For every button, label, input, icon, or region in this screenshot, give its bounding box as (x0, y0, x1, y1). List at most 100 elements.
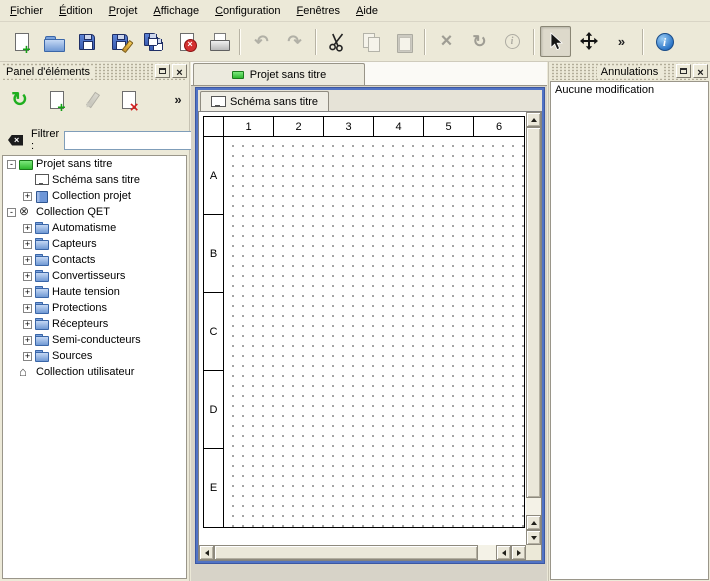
tree-expander[interactable]: + (23, 256, 32, 265)
horizontal-scrollbar[interactable] (199, 545, 526, 560)
qelectrotech-window: Fichier Édition Projet Affichage Configu… (0, 0, 710, 581)
toolbar-overflow-button[interactable] (606, 26, 637, 57)
new-document-button[interactable] (5, 26, 36, 57)
column-header: 5 (424, 117, 474, 136)
undo-list-item[interactable]: Aucune modification (551, 82, 708, 98)
tree-expander[interactable]: + (23, 320, 32, 329)
tree-expander[interactable]: + (23, 272, 32, 281)
close-file-icon (175, 31, 197, 53)
tree-expander[interactable]: + (23, 352, 32, 361)
panel-overflow-button[interactable] (171, 92, 185, 107)
tree-item[interactable]: + Sources (3, 348, 186, 364)
scroll-left-button[interactable] (199, 545, 214, 560)
close-dock-button[interactable] (693, 64, 708, 78)
menu-affichage[interactable]: Affichage (145, 2, 207, 20)
tree-expander[interactable]: + (23, 192, 32, 201)
tree-expander[interactable]: + (23, 240, 32, 249)
save-button[interactable] (71, 26, 102, 57)
tree-item[interactable]: - Projet sans titre (3, 156, 186, 172)
menu-fichier[interactable]: Fichier (2, 2, 51, 20)
menu-fenetres[interactable]: Fenêtres (289, 2, 348, 20)
edit-element-button[interactable] (77, 86, 106, 115)
float-dock-button[interactable] (155, 64, 170, 78)
menu-aide[interactable]: Aide (348, 2, 386, 20)
tree-item[interactable]: + Contacts (3, 252, 186, 268)
elements-panel-titlebar[interactable]: Panel d'éléments (2, 63, 187, 80)
tab-project[interactable]: Projet sans titre (193, 63, 365, 85)
tree-item[interactable]: + Capteurs (3, 236, 186, 252)
tree-item[interactable]: + Semi-conducteurs (3, 332, 186, 348)
delete-element-button[interactable] (113, 86, 142, 115)
arrow-up-icon (531, 118, 537, 122)
cut-button[interactable] (322, 26, 353, 57)
row-header: E (204, 449, 223, 527)
close-dock-button[interactable] (172, 64, 187, 78)
undo-panel-titlebar[interactable]: Annulations (551, 63, 708, 80)
tree-item-icon (35, 350, 49, 362)
tree-expander[interactable]: + (23, 336, 32, 345)
menu-projet[interactable]: Projet (101, 2, 146, 20)
save-as-button[interactable] (104, 26, 135, 57)
rotate-button[interactable] (464, 26, 495, 57)
tree-item[interactable]: + Récepteurs (3, 316, 186, 332)
filter-row: Filtrer : (0, 128, 189, 152)
horizontal-scroll-thumb[interactable] (214, 545, 478, 560)
print-icon (208, 31, 230, 53)
tree-item[interactable]: + Haute tension (3, 284, 186, 300)
save-all-button[interactable] (137, 26, 168, 57)
scroll-mode-button[interactable] (573, 26, 604, 57)
tree-item-label: Collection utilisateur (36, 366, 134, 378)
tree-item[interactable]: + Automatisme (3, 220, 186, 236)
cursor-arrow-icon (545, 31, 567, 53)
print-button[interactable] (203, 26, 234, 57)
new-element-button[interactable] (41, 86, 70, 115)
tree-item[interactable]: + Collection projet (3, 188, 186, 204)
dock-buttons (153, 64, 187, 78)
tab-schema[interactable]: Schéma sans titre (200, 91, 329, 111)
paste-button[interactable] (388, 26, 419, 57)
select-mode-button[interactable] (540, 26, 571, 57)
tree-expander[interactable]: + (23, 304, 32, 313)
vertical-scrollbar[interactable] (526, 112, 541, 545)
float-dock-button[interactable] (676, 64, 691, 78)
tree-item-label: Semi-conducteurs (52, 334, 141, 346)
delete-button[interactable] (431, 26, 462, 57)
scroll-up-button[interactable] (526, 112, 541, 127)
filter-label: Filtrer : (31, 128, 59, 152)
tree-item[interactable]: Collection utilisateur (3, 364, 186, 380)
open-document-button[interactable] (38, 26, 69, 57)
clear-filter-button[interactable] (5, 130, 26, 151)
workspace: Projet sans titre Schéma sans titre (191, 62, 547, 581)
copy-button[interactable] (355, 26, 386, 57)
tree-item-label: Sources (52, 350, 92, 362)
menu-edition[interactable]: Édition (51, 2, 101, 20)
undo-button[interactable] (246, 26, 277, 57)
tree-expander[interactable]: + (23, 224, 32, 233)
tree-item-icon (35, 302, 49, 314)
tree-item[interactable]: + Convertisseurs (3, 268, 186, 284)
about-button[interactable] (649, 26, 680, 57)
vertical-scroll-thumb[interactable] (526, 127, 541, 498)
element-info-button[interactable] (497, 26, 528, 57)
tree-expander[interactable]: + (23, 288, 32, 297)
tree-item[interactable]: - Collection QET (3, 204, 186, 220)
tree-expander[interactable]: - (7, 160, 16, 169)
project-tab-label: Projet sans titre (250, 69, 326, 81)
reload-collections-button[interactable] (5, 86, 34, 115)
tree-expander[interactable]: - (7, 208, 16, 217)
scroll-right-button[interactable] (511, 545, 526, 560)
elements-tree: - Projet sans titre Schéma sans titre + … (2, 155, 187, 579)
scroll-up-button[interactable] (526, 515, 541, 530)
redo-button[interactable] (279, 26, 310, 57)
menu-bar: Fichier Édition Projet Affichage Configu… (0, 0, 710, 22)
scroll-left-button[interactable] (496, 545, 511, 560)
tree-item-icon (35, 286, 49, 298)
menu-configuration[interactable]: Configuration (207, 2, 288, 20)
undo-icon (251, 31, 273, 53)
dock-buttons (674, 64, 708, 78)
tree-item[interactable]: Schéma sans titre (3, 172, 186, 188)
diagram-canvas[interactable]: 123456 ABCDE (199, 112, 526, 545)
tree-item[interactable]: + Protections (3, 300, 186, 316)
close-file-button[interactable] (170, 26, 201, 57)
scroll-down-button[interactable] (526, 530, 541, 545)
